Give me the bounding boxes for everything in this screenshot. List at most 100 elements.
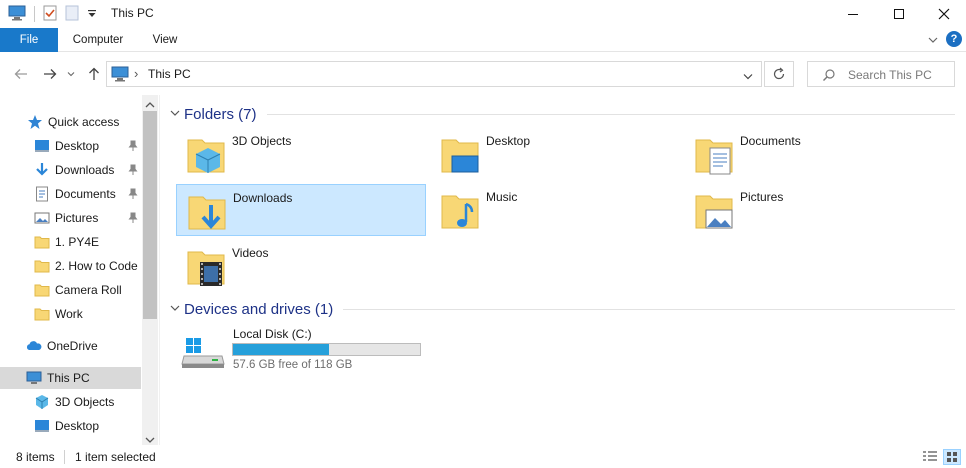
nav-item-camera-roll[interactable]: Camera Roll bbox=[0, 279, 141, 301]
nav-item-onedrive[interactable]: OneDrive bbox=[0, 335, 141, 357]
drive-usage-bar bbox=[232, 343, 421, 356]
close-button[interactable] bbox=[921, 0, 966, 28]
nav-item-how-to-code[interactable]: 2. How to Code bbox=[0, 255, 141, 277]
forward-button[interactable] bbox=[40, 64, 60, 84]
desktop-icon bbox=[34, 138, 50, 154]
nav-item-quick-access[interactable]: Quick access bbox=[0, 111, 141, 133]
navigation-pane: Quick access Desktop Downloads Documents… bbox=[0, 95, 160, 445]
pictures-folder-icon bbox=[695, 195, 733, 229]
downloads-folder-icon bbox=[188, 196, 226, 230]
cloud-icon bbox=[26, 338, 42, 354]
address-dropdown-button[interactable] bbox=[743, 70, 753, 84]
arrow-right-icon bbox=[44, 69, 57, 79]
star-icon bbox=[27, 114, 43, 130]
window-title: This PC bbox=[111, 6, 154, 20]
videos-folder-icon bbox=[187, 251, 225, 286]
search-placeholder: Search This PC bbox=[848, 68, 932, 82]
arrow-left-icon bbox=[14, 69, 27, 79]
customize-dropdown-icon[interactable] bbox=[87, 5, 97, 24]
separator bbox=[343, 308, 955, 310]
drive-usage-fill bbox=[233, 344, 329, 355]
scroll-up-icon[interactable] bbox=[145, 98, 155, 112]
tab-computer[interactable]: Computer bbox=[64, 28, 132, 52]
minimize-button[interactable] bbox=[830, 0, 876, 28]
nav-item-pictures[interactable]: Pictures bbox=[0, 207, 141, 229]
properties-icon[interactable] bbox=[43, 5, 57, 24]
nav-item-3d-objects[interactable]: 3D Objects bbox=[0, 391, 141, 413]
chevron-down-icon bbox=[170, 304, 182, 315]
drives-header-label: Devices and drives (1) bbox=[184, 300, 334, 318]
minimize-icon bbox=[848, 14, 858, 15]
nav-item-desktop[interactable]: Desktop bbox=[0, 135, 141, 157]
quick-access-toolbar bbox=[8, 4, 97, 24]
nav-item-py4e[interactable]: 1. PY4E bbox=[0, 231, 141, 253]
nav-item-desktop-pc[interactable]: Desktop bbox=[0, 415, 141, 437]
pc-icon bbox=[111, 66, 129, 85]
chevron-down-icon bbox=[743, 74, 753, 80]
cube-icon bbox=[34, 394, 50, 410]
pin-icon[interactable] bbox=[128, 164, 138, 176]
folder-icon bbox=[34, 282, 50, 298]
folder-tile-videos[interactable]: Videos bbox=[176, 240, 426, 292]
breadcrumb-separator[interactable]: › bbox=[134, 66, 138, 81]
details-view-button[interactable] bbox=[922, 450, 938, 467]
music-folder-icon bbox=[441, 195, 479, 229]
nav-item-work[interactable]: Work bbox=[0, 303, 141, 325]
folder-icon bbox=[34, 234, 50, 250]
new-folder-icon[interactable] bbox=[65, 5, 79, 24]
drive-label: Local Disk (C:) bbox=[233, 327, 312, 341]
folder-tile-downloads[interactable]: Downloads bbox=[176, 184, 426, 236]
document-icon bbox=[34, 186, 50, 202]
nav-item-downloads[interactable]: Downloads bbox=[0, 159, 141, 181]
refresh-button[interactable] bbox=[764, 61, 794, 87]
drive-free-text: 57.6 GB free of 118 GB bbox=[233, 359, 353, 371]
drive-tile-local-disk[interactable]: Local Disk (C:) 57.6 GB free of 118 GB bbox=[176, 324, 436, 376]
pin-icon[interactable] bbox=[128, 188, 138, 200]
close-icon bbox=[938, 8, 950, 20]
refresh-icon bbox=[773, 67, 785, 80]
pc-icon[interactable] bbox=[8, 5, 26, 24]
maximize-icon bbox=[894, 9, 904, 19]
large-icons-view-button[interactable] bbox=[943, 449, 961, 465]
folders-group-header[interactable]: Folders (7) bbox=[170, 105, 955, 123]
ribbon-expand-button[interactable] bbox=[927, 34, 939, 49]
maximize-button[interactable] bbox=[876, 0, 922, 28]
details-view-icon bbox=[923, 451, 937, 461]
title-bar: This PC bbox=[0, 0, 966, 28]
large-icons-view-icon bbox=[947, 452, 957, 462]
separator bbox=[64, 450, 65, 464]
folder-tile-documents[interactable]: Documents bbox=[684, 128, 934, 180]
folder-tile-music[interactable]: Music bbox=[430, 184, 680, 236]
status-bar: 8 items 1 item selected bbox=[0, 446, 966, 468]
search-input[interactable]: Search This PC bbox=[807, 61, 955, 87]
nav-item-documents[interactable]: Documents bbox=[0, 183, 141, 205]
help-icon[interactable]: ? bbox=[946, 31, 962, 47]
chevron-down-icon bbox=[170, 109, 182, 120]
nav-item-this-pc[interactable]: This PC bbox=[0, 367, 141, 389]
status-item-count: 8 items bbox=[16, 450, 55, 464]
folder-tile-desktop[interactable]: Desktop bbox=[430, 128, 680, 180]
scroll-down-icon[interactable] bbox=[145, 433, 155, 447]
breadcrumb-this-pc[interactable]: This PC bbox=[148, 67, 191, 81]
separator bbox=[266, 113, 955, 115]
up-button[interactable] bbox=[84, 64, 104, 84]
pictures-icon bbox=[34, 210, 50, 226]
desktop-icon bbox=[34, 418, 50, 434]
nav-scrollbar-thumb[interactable] bbox=[143, 111, 157, 319]
folder-tile-3d-objects[interactable]: 3D Objects bbox=[176, 128, 426, 180]
folder-tile-pictures[interactable]: Pictures bbox=[684, 184, 934, 236]
drives-group-header[interactable]: Devices and drives (1) bbox=[170, 300, 955, 318]
back-button[interactable] bbox=[11, 64, 31, 84]
ribbon-tabs: File Computer View ? bbox=[0, 28, 966, 52]
pin-icon[interactable] bbox=[128, 140, 138, 152]
address-bar[interactable]: › This PC bbox=[106, 61, 762, 87]
tab-view[interactable]: View bbox=[142, 28, 188, 52]
status-selection: 1 item selected bbox=[75, 450, 156, 464]
folder-icon bbox=[34, 258, 50, 274]
folder-icon bbox=[34, 306, 50, 322]
tab-file[interactable]: File bbox=[0, 28, 58, 52]
pin-icon[interactable] bbox=[128, 212, 138, 224]
arrow-up-icon bbox=[89, 67, 99, 80]
recent-locations-button[interactable] bbox=[64, 64, 78, 84]
folders-header-label: Folders (7) bbox=[184, 105, 257, 123]
